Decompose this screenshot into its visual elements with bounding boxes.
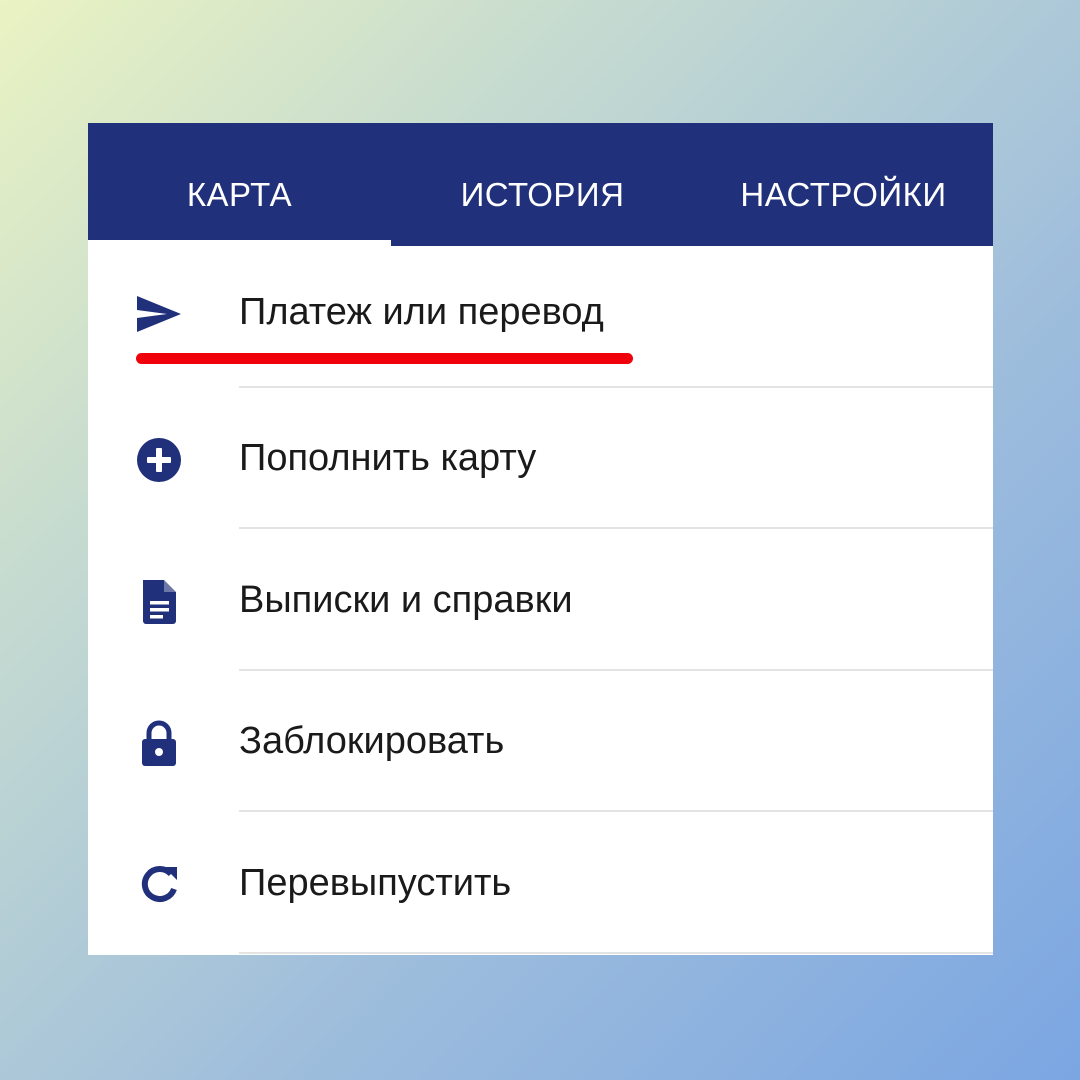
tab-settings[interactable]: НАСТРОЙКИ	[694, 123, 993, 246]
highlight-underline	[136, 353, 633, 364]
menu-item-label: Платеж или перевод	[239, 291, 604, 333]
menu-item-statements[interactable]: Выписки и справки	[88, 529, 993, 671]
tab-bar: КАРТА ИСТОРИЯ НАСТРОЙКИ	[88, 123, 993, 246]
plus-circle-icon	[135, 436, 183, 484]
divider	[239, 952, 993, 954]
tab-card-label: КАРТА	[186, 175, 293, 213]
menu-item-label: Заблокировать	[239, 720, 505, 762]
tab-settings-label: НАСТРОЙКИ	[740, 175, 947, 213]
tab-card[interactable]: КАРТА	[88, 123, 391, 246]
refresh-icon	[135, 861, 183, 909]
tab-history-label: ИСТОРИЯ	[460, 175, 625, 213]
lock-icon	[135, 719, 183, 767]
document-icon	[135, 578, 183, 626]
tab-history[interactable]: ИСТОРИЯ	[391, 123, 694, 246]
card-menu-panel: КАРТА ИСТОРИЯ НАСТРОЙКИ Платеж или перев…	[88, 123, 993, 955]
menu-item-label: Перевыпустить	[239, 862, 512, 904]
menu-item-label: Пополнить карту	[239, 437, 537, 479]
menu-item-label: Выписки и справки	[239, 579, 573, 621]
send-icon	[135, 290, 183, 338]
menu-item-reissue[interactable]: Перевыпустить	[88, 812, 993, 954]
menu-item-block[interactable]: Заблокировать	[88, 670, 993, 812]
menu-item-top-up-card[interactable]: Пополнить карту	[88, 387, 993, 529]
menu-item-payment-or-transfer[interactable]: Платеж или перевод	[88, 246, 993, 388]
